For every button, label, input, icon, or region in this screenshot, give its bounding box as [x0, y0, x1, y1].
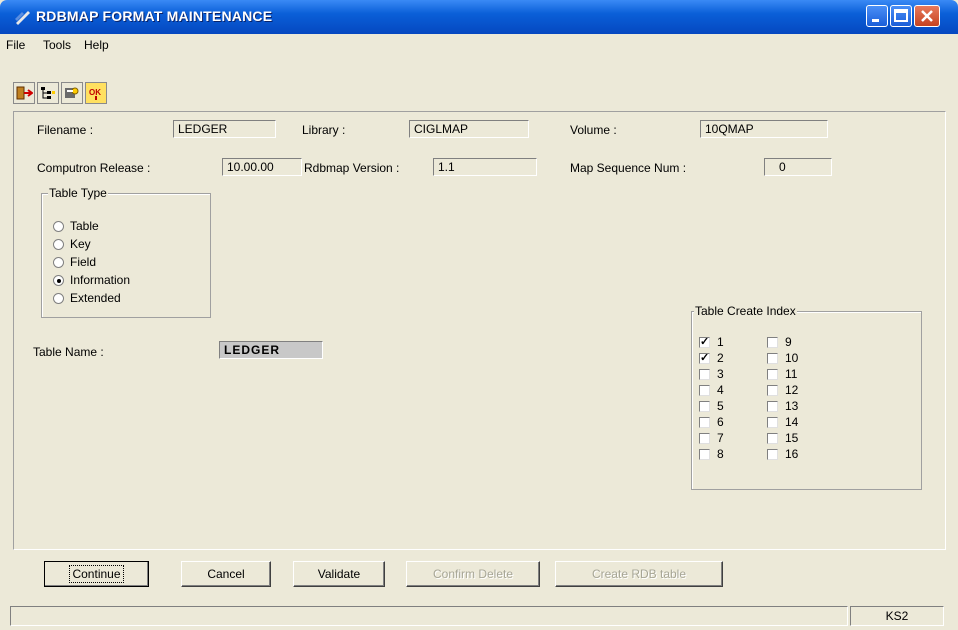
- status-main: [10, 606, 848, 626]
- index-checkbox-label-15: 15: [785, 431, 799, 445]
- index-checkbox-14[interactable]: [767, 417, 778, 428]
- index-checkbox-label-2: 2: [717, 351, 724, 365]
- status-bar: KS2: [0, 603, 958, 630]
- menu-file[interactable]: File: [6, 38, 25, 52]
- table-create-index-group: Table Create Index ✓ 1 ✓ 2 3 4 5 6 7 8 9 10 11 12 13 14…: [691, 304, 922, 490]
- create-rdb-table-button[interactable]: Create RDB table: [555, 561, 723, 587]
- create-rdb-table-label: Create RDB table: [591, 567, 687, 581]
- index-checkbox-2[interactable]: ✓: [699, 353, 710, 364]
- index-checkbox-1[interactable]: ✓: [699, 337, 710, 348]
- app-window: RDBMAP FORMAT MAINTENANCE File Tools Hel…: [0, 0, 958, 630]
- index-checkbox-label-11: 11: [785, 367, 798, 381]
- radio-key[interactable]: [53, 239, 64, 250]
- radio-field[interactable]: [53, 257, 64, 268]
- radio-extended[interactable]: [53, 293, 64, 304]
- volume-label: Volume :: [570, 123, 617, 137]
- index-checkbox-12[interactable]: [767, 385, 778, 396]
- rdbmap-version-field: 1.1: [433, 158, 537, 176]
- ok-button[interactable]: OK: [85, 82, 107, 104]
- confirm-delete-label: Confirm Delete: [432, 567, 514, 581]
- index-checkbox-label-7: 7: [717, 431, 724, 445]
- toolbar: OK: [0, 58, 958, 106]
- status-right: KS2: [850, 606, 944, 626]
- index-checkbox-label-13: 13: [785, 399, 799, 413]
- radio-label-table: Table: [70, 219, 99, 233]
- radio-label-information: Information: [70, 273, 131, 287]
- index-checkbox-label-10: 10: [785, 351, 799, 365]
- form-panel: Filename : LEDGER Library : CIGLMAP Volu…: [13, 111, 946, 550]
- settings-icon: [65, 87, 79, 98]
- tree-icon: [41, 87, 55, 99]
- maximize-button[interactable]: [890, 5, 912, 27]
- maximize-icon: [894, 9, 908, 22]
- radio-label-key: Key: [70, 237, 91, 251]
- map-sequence-label: Map Sequence Num :: [570, 161, 687, 175]
- table-type-group: Table Type Table Key Field Information Exten…: [41, 186, 211, 318]
- index-checkbox-label-8: 8: [717, 447, 724, 461]
- exit-button[interactable]: [13, 82, 35, 104]
- volume-field: 10QMAP: [700, 120, 828, 138]
- filename-field: LEDGER: [173, 120, 276, 138]
- index-checkbox-7[interactable]: [699, 433, 710, 444]
- settings-button[interactable]: [61, 82, 83, 104]
- index-checkbox-label-1: 1: [717, 335, 724, 349]
- index-checkbox-label-16: 16: [785, 447, 799, 461]
- library-field: CIGLMAP: [409, 120, 529, 138]
- menu-help[interactable]: Help: [84, 38, 109, 52]
- app-icon: [15, 11, 30, 25]
- index-checkbox-11[interactable]: [767, 369, 778, 380]
- index-checkbox-label-4: 4: [717, 383, 724, 397]
- close-button[interactable]: [914, 5, 940, 27]
- close-icon: [921, 10, 933, 22]
- radio-table[interactable]: [53, 221, 64, 232]
- validate-button[interactable]: Validate: [293, 561, 385, 587]
- radio-information[interactable]: [53, 275, 64, 286]
- radio-label-field: Field: [70, 255, 97, 269]
- minimize-icon: [872, 19, 879, 22]
- index-checkbox-8[interactable]: [699, 449, 710, 460]
- ok-icon: OK: [89, 88, 101, 100]
- map-sequence-field: 0: [764, 158, 832, 176]
- tree-button[interactable]: [37, 82, 59, 104]
- ok-glyph: OK: [89, 88, 101, 97]
- cancel-label: Cancel: [207, 567, 245, 581]
- continue-button[interactable]: Continue: [44, 561, 149, 587]
- index-checkbox-10[interactable]: [767, 353, 778, 364]
- release-field: 10.00.00: [222, 158, 302, 176]
- index-checkbox-15[interactable]: [767, 433, 778, 444]
- cancel-button[interactable]: Cancel: [181, 561, 271, 587]
- radio-label-extended: Extended: [70, 291, 121, 305]
- index-checkbox-label-12: 12: [785, 383, 799, 397]
- validate-label: Validate: [317, 567, 361, 581]
- index-checkbox-label-14: 14: [785, 415, 799, 429]
- index-checkbox-label-3: 3: [717, 367, 724, 381]
- minimize-button[interactable]: [866, 5, 888, 27]
- index-checkbox-3[interactable]: [699, 369, 710, 380]
- index-checkbox-label-5: 5: [717, 399, 724, 413]
- release-label: Computron Release :: [37, 161, 151, 175]
- menu-tools[interactable]: Tools: [43, 38, 71, 52]
- index-checkbox-label-9: 9: [785, 335, 792, 349]
- library-label: Library :: [302, 123, 346, 137]
- table-name-field[interactable]: LEDGER: [219, 341, 323, 359]
- filename-label: Filename :: [37, 123, 94, 137]
- confirm-delete-button[interactable]: Confirm Delete: [406, 561, 540, 587]
- table-name-label: Table Name :: [33, 345, 104, 359]
- index-checkbox-9[interactable]: [767, 337, 778, 348]
- index-checkbox-6[interactable]: [699, 417, 710, 428]
- index-checkbox-label-6: 6: [717, 415, 724, 429]
- continue-label: Continue: [69, 565, 124, 583]
- index-checkbox-13[interactable]: [767, 401, 778, 412]
- index-checkbox-16[interactable]: [767, 449, 778, 460]
- index-checkbox-4[interactable]: [699, 385, 710, 396]
- index-checkbox-5[interactable]: [699, 401, 710, 412]
- title-bar[interactable]: RDBMAP FORMAT MAINTENANCE: [0, 0, 958, 34]
- table-type-title: Table Type: [48, 186, 108, 200]
- window-title: RDBMAP FORMAT MAINTENANCE: [36, 8, 273, 24]
- exit-icon: [16, 86, 33, 100]
- menu-bar: File Tools Help: [0, 34, 958, 56]
- rdbmap-version-label: Rdbmap Version :: [304, 161, 400, 175]
- table-create-index-title: Table Create Index: [694, 304, 797, 318]
